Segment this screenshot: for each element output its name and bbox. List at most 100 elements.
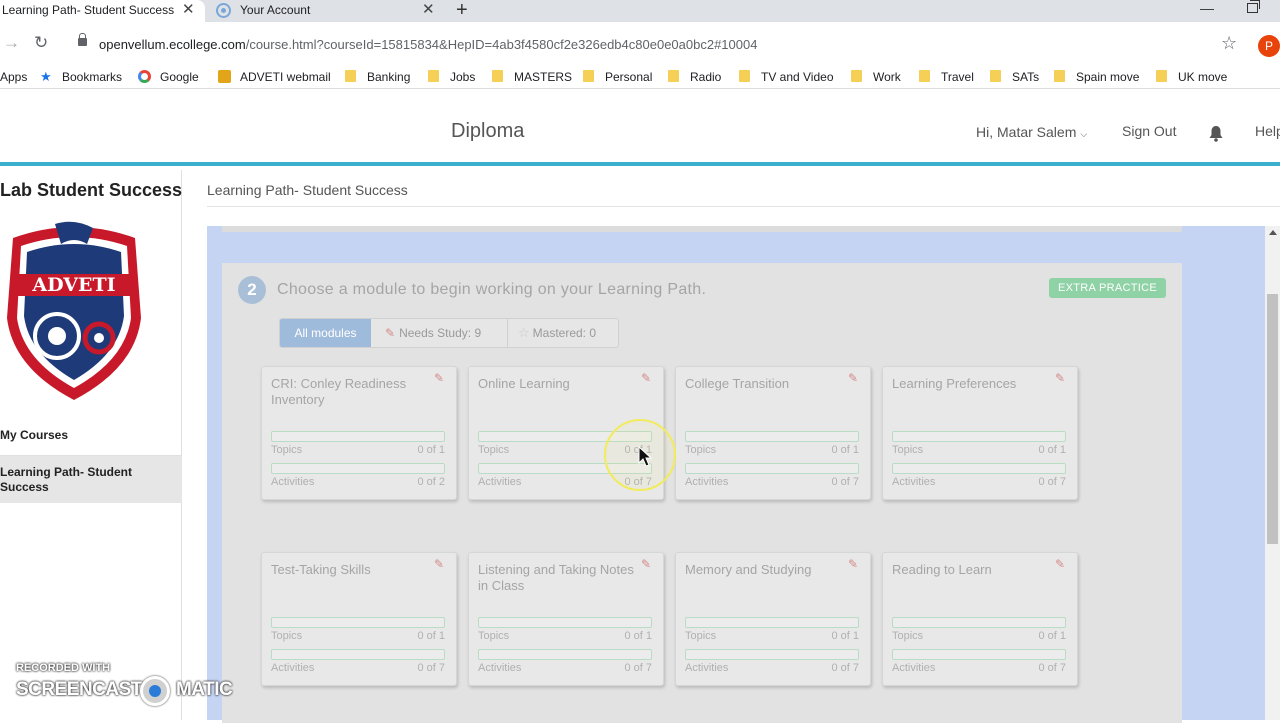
activities-label: Activities <box>271 662 315 674</box>
sidebar-item-label: Learning Path- Student Success <box>0 465 132 494</box>
folder-icon <box>990 70 1001 82</box>
pencil-icon[interactable]: ✎ <box>641 371 651 385</box>
topics-progress-bar <box>892 431 1066 442</box>
tab-title: Your Account <box>240 3 311 17</box>
folder-icon <box>851 70 862 82</box>
pencil-icon[interactable]: ✎ <box>1055 557 1065 571</box>
tab-title: Learning Path- Student Success <box>2 3 175 17</box>
url-path: /course.html?courseId=15815834&HepID=4ab… <box>245 37 758 52</box>
topics-count: 0 of 1 <box>417 444 445 456</box>
bell-icon[interactable] <box>1208 125 1224 142</box>
folder-icon <box>492 70 503 82</box>
filter-mastered[interactable]: ☆ Mastered: 0 <box>509 319 619 347</box>
filter-needs-study[interactable]: ✎ Needs Study: 9 <box>372 319 508 347</box>
topics-progress-bar <box>271 431 445 442</box>
module-title: Listening and Taking Notes in Class <box>478 562 634 593</box>
activities-count: 0 of 2 <box>417 476 445 488</box>
module-title: Learning Preferences <box>892 376 1017 391</box>
adveti-logo: ADVETI <box>7 221 141 400</box>
minimize-window-icon[interactable]: — <box>1200 0 1214 16</box>
activities-progress-bar <box>892 463 1066 474</box>
topics-count: 0 of 1 <box>417 630 445 642</box>
scroll-up-icon[interactable] <box>1269 230 1277 235</box>
sidebar-item-my-courses[interactable]: My Courses <box>0 428 68 442</box>
activities-label: Activities <box>892 476 936 488</box>
pencil-icon[interactable]: ✎ <box>434 557 444 571</box>
activities-count: 0 of 7 <box>831 476 859 488</box>
module-card[interactable]: Learning Preferences ✎ Topics 0 of 1 Activit… <box>882 366 1078 500</box>
topics-progress-bar <box>685 431 859 442</box>
new-tab-button[interactable]: + <box>456 0 468 21</box>
mail-icon <box>218 70 231 83</box>
topics-count: 0 of 1 <box>1038 444 1066 456</box>
browser-toolbar: → ↻ openvellum.ecollege.com/course.html?… <box>0 22 1280 66</box>
activities-label: Activities <box>478 662 522 674</box>
topics-count: 0 of 1 <box>831 630 859 642</box>
activities-label: Activities <box>478 476 522 488</box>
bookmark-label: TV and Video <box>761 70 834 84</box>
module-card[interactable]: CRI: Conley Readiness Inventory ✎ Topics 0 … <box>261 366 457 500</box>
star-icon: ☆ <box>518 325 530 340</box>
module-card[interactable]: Listening and Taking Notes in Class ✎ Topi… <box>468 552 664 686</box>
module-title: Online Learning <box>478 376 570 391</box>
bookmark-label: Bookmarks <box>62 70 123 84</box>
watermark-left-text: SCREENCAST <box>16 679 142 700</box>
browser-tab-active[interactable]: Learning Path- Student Success ✕ <box>0 0 205 22</box>
chevron-down-icon: ⌵ <box>1080 129 1088 139</box>
activities-count: 0 of 7 <box>1038 662 1066 674</box>
sign-out-link[interactable]: Sign Out <box>1122 123 1176 139</box>
address-bar[interactable]: openvellum.ecollege.com/course.html?cour… <box>64 28 1250 60</box>
scrollbar-thumb[interactable] <box>1267 294 1278 544</box>
bookmark-label: Radio <box>690 70 722 84</box>
module-title: College Transition <box>685 376 790 391</box>
bookmark-label: ADVETI webmail <box>240 70 331 84</box>
module-card[interactable]: Reading to Learn ✎ Topics 0 of 1 Activities 0… <box>882 552 1078 686</box>
vertical-scrollbar[interactable] <box>1265 226 1280 720</box>
bookmark-star-icon[interactable]: ☆ <box>1221 33 1237 54</box>
url-text[interactable]: openvellum.ecollege.com/course.html?cour… <box>99 37 757 52</box>
close-tab-icon[interactable]: ✕ <box>422 0 435 20</box>
pencil-icon[interactable]: ✎ <box>848 557 858 571</box>
breadcrumb: Learning Path- Student Success <box>207 182 408 198</box>
activities-label: Activities <box>892 662 936 674</box>
topics-count: 0 of 1 <box>1038 630 1066 642</box>
topics-label: Topics <box>478 444 510 456</box>
sidebar-item-learning-path[interactable]: Learning Path- Student Success <box>0 456 182 503</box>
tab-favicon-icon <box>216 3 231 18</box>
topics-progress-bar <box>685 617 859 628</box>
bookmark-label: Google <box>160 70 199 84</box>
bookmark-apps[interactable]: Apps <box>0 69 27 85</box>
user-menu[interactable]: Hi, Matar Salem ⌵ <box>976 124 1087 140</box>
help-link[interactable]: Help <box>1255 123 1280 139</box>
module-card[interactable]: College Transition ✎ Topics 0 of 1 Activitie… <box>675 366 871 500</box>
module-card[interactable]: Test-Taking Skills ✎ Topics 0 of 1 Activitie… <box>261 552 457 686</box>
module-card[interactable]: Memory and Studying ✎ Topics 0 of 1 Activiti… <box>675 552 871 686</box>
bookmark-label: Travel <box>941 70 974 84</box>
topics-label: Topics <box>271 630 303 642</box>
topics-label: Topics <box>685 630 717 642</box>
folder-icon <box>1156 70 1167 82</box>
pencil-icon[interactable]: ✎ <box>641 557 651 571</box>
restore-window-icon[interactable] <box>1247 0 1260 13</box>
bookmark-label: Jobs <box>450 70 476 84</box>
step-number-badge: 2 <box>238 276 266 304</box>
back-arrow-icon[interactable]: → <box>3 34 20 52</box>
activities-progress-bar <box>685 649 859 660</box>
bookmark-label: Personal <box>605 70 653 84</box>
pencil-icon[interactable]: ✎ <box>848 371 858 385</box>
pencil-icon[interactable]: ✎ <box>434 371 444 385</box>
filter-all-modules[interactable]: All modules <box>280 319 371 347</box>
browser-tab-your-account[interactable]: Your Account ✕ <box>208 0 440 22</box>
sidebar: Lab Student Success ADVETI My Courses Le… <box>0 170 182 720</box>
profile-avatar[interactable]: P <box>1258 35 1280 57</box>
bookmark-label: Work <box>873 70 901 84</box>
pencil-icon[interactable]: ✎ <box>1055 371 1065 385</box>
topics-count: 0 of 1 <box>624 630 652 642</box>
folder-icon <box>919 70 930 82</box>
reload-icon[interactable]: ↻ <box>34 34 48 52</box>
google-icon <box>138 70 151 83</box>
app-header: Diploma Hi, Matar Salem ⌵ Sign Out Help <box>0 90 1280 166</box>
folder-icon <box>428 70 439 82</box>
close-tab-icon[interactable]: ✕ <box>182 0 195 20</box>
extra-practice-button[interactable]: EXTRA PRACTICE <box>1049 278 1166 298</box>
